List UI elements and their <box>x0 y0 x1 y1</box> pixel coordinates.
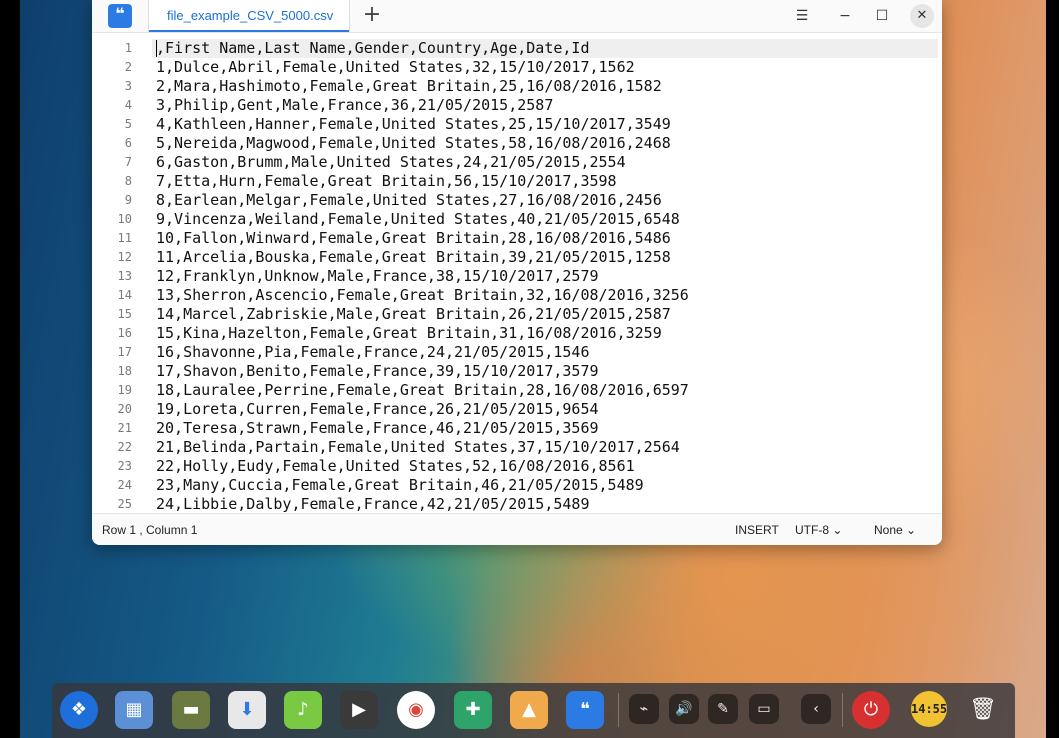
code-line[interactable]: 22,Holly,Eudy,Female,United States,52,16… <box>156 457 936 476</box>
titlebar: ❝ file_example_CSV_5000.csv + ☰ − ☐ ✕ <box>92 0 942 33</box>
pen-icon[interactable]: ✎ <box>708 694 738 724</box>
code-line[interactable]: 10,Fallon,Winward,Female,Great Britain,2… <box>156 229 936 248</box>
code-line[interactable]: 11,Arcelia,Bouska,Female,Great Britain,3… <box>156 248 936 267</box>
line-number: 5 <box>124 117 132 131</box>
code-line[interactable]: 9,Vincenza,Weiland,Female,United States,… <box>156 210 936 229</box>
line-number-gutter: 1 2 3 4 5 6 7 8 9 10 11 12 13 14 15 16 17 18 19 20 21 22 23 24 2… <box>92 37 144 513</box>
dock-separator <box>618 693 619 727</box>
cursor-position: Row 1 , Column 1 <box>102 523 198 537</box>
line-number: 17 <box>117 345 132 359</box>
usb-icon[interactable]: ⌁ <box>629 694 659 724</box>
power-icon[interactable]: ⏻ <box>852 691 890 729</box>
settings-icon[interactable]: ✚ <box>454 691 492 729</box>
file-manager-icon[interactable]: ▬ <box>172 691 210 729</box>
code-line[interactable]: 4,Kathleen,Hanner,Female,United States,2… <box>156 115 936 134</box>
dock-separator <box>842 693 843 727</box>
line-number: 24 <box>117 478 132 492</box>
code-line[interactable]: 8,Earlean,Melgar,Female,United States,27… <box>156 191 936 210</box>
image-viewer-icon[interactable]: ▲ <box>510 691 548 729</box>
status-bar: Row 1 , Column 1 INSERT UTF-8 ⌄ None ⌄ <box>92 513 942 545</box>
trash-icon[interactable]: 🗑 <box>964 691 1002 729</box>
insert-mode-indicator[interactable]: INSERT <box>735 523 779 537</box>
code-line[interactable]: 3,Philip,Gent,Male,France,36,21/05/2015,… <box>156 96 936 115</box>
maximize-icon[interactable]: ☐ <box>869 4 895 28</box>
close-icon[interactable]: ✕ <box>910 4 934 28</box>
plus-icon[interactable]: + <box>360 4 384 28</box>
text-editor-app-icon: ❝ <box>108 4 132 28</box>
battery-icon[interactable]: ▭ <box>749 694 779 724</box>
code-line[interactable]: 13,Sherron,Ascencio,Female,Great Britain… <box>156 286 936 305</box>
line-number: 11 <box>117 231 132 245</box>
music-icon[interactable]: ♪ <box>284 691 322 729</box>
clock-widget[interactable]: 14:55 <box>911 691 947 727</box>
tab-file[interactable]: file_example_CSV_5000.csv <box>148 0 350 32</box>
code-line[interactable]: 12,Franklyn,Unknow,Male,France,38,15/10/… <box>156 267 936 286</box>
line-number: 4 <box>124 98 132 112</box>
editor-area[interactable]: 1 2 3 4 5 6 7 8 9 10 11 12 13 14 15 16 17 18 19 20 21 22 23 24 2… <box>92 37 942 513</box>
line-number: 23 <box>117 459 132 473</box>
line-number: 25 <box>117 497 132 511</box>
menu-icon[interactable]: ☰ <box>789 4 815 28</box>
text-editor-icon[interactable]: ❝ <box>566 691 604 729</box>
code-line[interactable]: 19,Loreta,Curren,Female,France,26,21/05/… <box>156 400 936 419</box>
line-number: 6 <box>124 136 132 150</box>
code-line[interactable]: 15,Kina,Hazelton,Female,Great Britain,31… <box>156 324 936 343</box>
code-line[interactable]: 5,Nereida,Magwood,Female,United States,5… <box>156 134 936 153</box>
code-line[interactable]: 20,Teresa,Strawn,Female,France,46,21/05/… <box>156 419 936 438</box>
line-number: 15 <box>117 307 132 321</box>
code-line[interactable]: 17,Shavon,Benito,Female,France,39,15/10/… <box>156 362 936 381</box>
text-editor-window: ❝ file_example_CSV_5000.csv + ☰ − ☐ ✕ 12… <box>92 0 942 545</box>
line-number: 10 <box>117 212 132 226</box>
code-line[interactable]: 16,Shavonne,Pia,Female,France,24,21/05/2… <box>156 343 936 362</box>
code-line[interactable]: 14,Marcel,Zabriskie,Male,Great Britain,2… <box>156 305 936 324</box>
line-number: 9 <box>124 193 132 207</box>
code-line[interactable]: 7,Etta,Hurn,Female,Great Britain,56,15/1… <box>156 172 936 191</box>
volume-icon[interactable]: 🔊 <box>669 694 699 724</box>
line-number: 18 <box>117 364 132 378</box>
code-line[interactable]: 21,Belinda,Partain,Female,United States,… <box>156 438 936 457</box>
encoding-selector[interactable]: UTF-8 ⌄ <box>795 523 842 537</box>
line-number: 8 <box>124 174 132 188</box>
line-number: 21 <box>117 421 132 435</box>
line-number: 20 <box>117 402 132 416</box>
launcher-icon[interactable]: ❖ <box>60 691 98 729</box>
screen-edge-left <box>0 0 20 738</box>
line-number: 22 <box>117 440 132 454</box>
line-number: 19 <box>117 383 132 397</box>
app-store-icon[interactable]: ⬇ <box>228 691 266 729</box>
code-line[interactable]: 1,Dulce,Abril,Female,United States,32,15… <box>156 58 936 77</box>
text-cursor <box>156 40 157 57</box>
syntax-selector[interactable]: None ⌄ <box>874 523 916 537</box>
line-number: 13 <box>117 269 132 283</box>
code-line[interactable]: 18,Lauralee,Perrine,Female,Great Britain… <box>156 381 936 400</box>
tab-title: file_example_CSV_5000.csv <box>167 8 334 23</box>
line-number: 14 <box>117 288 132 302</box>
code-line[interactable]: 2,Mara,Hashimoto,Female,Great Britain,25… <box>156 77 936 96</box>
code-line[interactable]: 6,Gaston,Brumm,Male,United States,24,21/… <box>156 153 936 172</box>
video-icon[interactable]: ▶ <box>340 691 378 729</box>
line-number: 7 <box>124 155 132 169</box>
minimize-icon[interactable]: − <box>832 4 858 28</box>
multitask-view-icon[interactable]: ▦ <box>115 691 153 729</box>
dock: ❖ ▦ ▬ ⬇ ♪ ▶ ◉ ✚ ▲ ❝ ⌁ 🔊 ✎ ▭ ‹ ⏻ 14:55 🗑 <box>52 683 1015 738</box>
code-line[interactable]: 23,Many,Cuccia,Female,Great Britain,46,2… <box>156 476 936 495</box>
code-line[interactable]: ,First Name,Last Name,Gender,Country,Age… <box>156 39 936 58</box>
line-number: 2 <box>124 60 132 74</box>
chrome-icon[interactable]: ◉ <box>397 691 435 729</box>
chevron-left-icon[interactable]: ‹ <box>801 694 831 724</box>
line-number: 3 <box>124 79 132 93</box>
line-number: 1 <box>124 41 132 55</box>
screen-edge-right <box>1046 0 1059 738</box>
line-number: 12 <box>117 250 132 264</box>
code-line[interactable]: 24,Libbie,Dalby,Female,France,42,21/05/2… <box>156 495 936 514</box>
active-tab-indicator <box>149 30 349 32</box>
line-number: 16 <box>117 326 132 340</box>
